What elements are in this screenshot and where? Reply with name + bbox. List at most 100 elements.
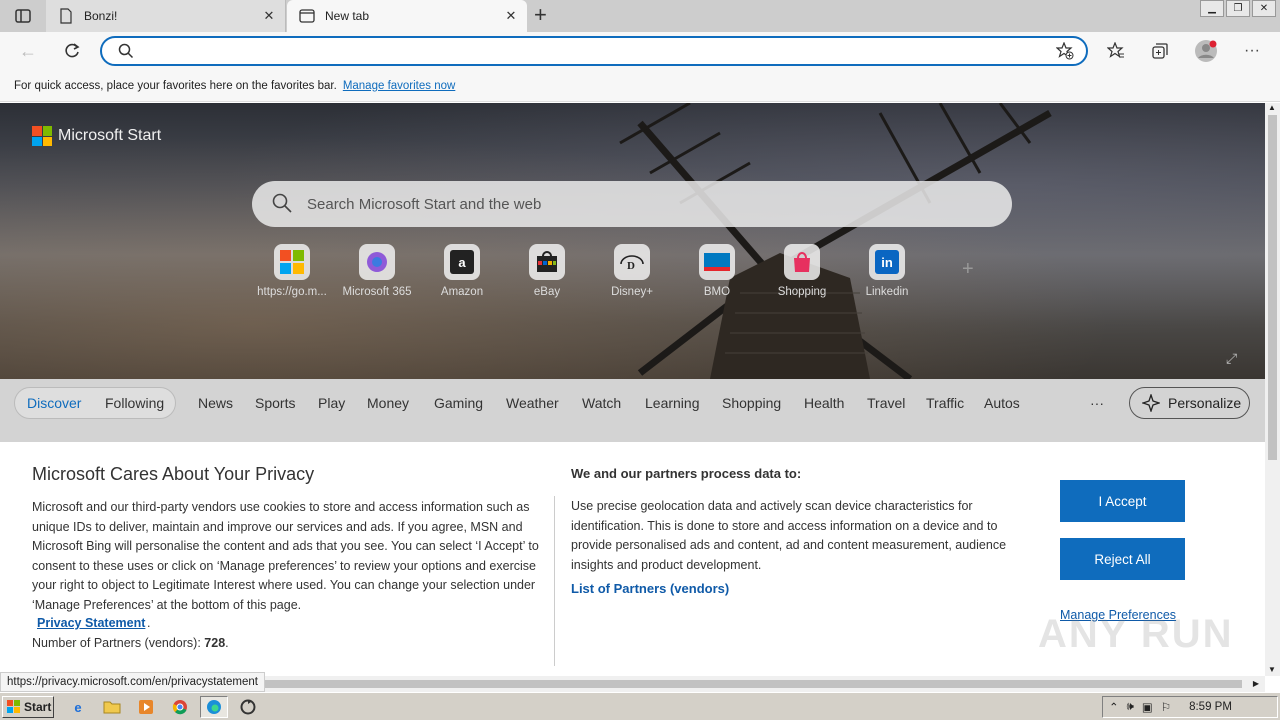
tray-arrow-icon[interactable]: ⌃ (1109, 700, 1119, 714)
tab-watch[interactable]: Watch (582, 395, 621, 411)
hero-background: Microsoft Start Search Microsoft Start a… (0, 103, 1265, 379)
tab-new-tab[interactable]: New tab ✕ (287, 0, 527, 32)
flag-icon[interactable]: ⚐ (1161, 700, 1171, 714)
web-search-box[interactable]: Search Microsoft Start and the web (252, 181, 1012, 227)
quicklink-shopping[interactable]: Shopping (760, 244, 844, 298)
personalize-button[interactable]: Personalize (1129, 387, 1250, 419)
tab-gaming[interactable]: Gaming (434, 395, 483, 411)
tab-weather[interactable]: Weather (506, 395, 559, 411)
start-button[interactable]: Start (2, 696, 54, 718)
reject-all-button[interactable]: Reject All (1060, 538, 1185, 580)
tab-play[interactable]: Play (318, 395, 345, 411)
quicklink-microsoft-365[interactable]: Microsoft 365 (335, 244, 419, 298)
expand-icon[interactable]: ⤢ (1226, 350, 1237, 367)
quicklink-label: Linkedin (865, 286, 909, 298)
vendors-link[interactable]: List of Partners (vendors) (571, 581, 729, 596)
tab-title: Bonzi! (84, 9, 118, 23)
tab-travel[interactable]: Travel (867, 395, 905, 411)
quicklink-label: eBay (533, 286, 561, 298)
chrome-icon[interactable] (166, 696, 194, 718)
tab-money[interactable]: Money (367, 395, 409, 411)
vertical-scrollbar[interactable]: ▲ ▼ (1265, 103, 1280, 676)
microsoft-start-logo[interactable]: Microsoft Start (32, 126, 161, 146)
tab-learning[interactable]: Learning (645, 395, 700, 411)
add-site-icon[interactable]: + (962, 258, 974, 281)
folder-icon[interactable] (98, 696, 126, 718)
restore-button[interactable]: ❐ (1226, 0, 1250, 17)
volume-icon[interactable]: 🕪 (1127, 701, 1134, 714)
window-controls: ▁ ❐ ✕ (1198, 0, 1276, 18)
tab-health[interactable]: Health (804, 395, 844, 411)
scrollbar-thumb[interactable] (1268, 115, 1277, 460)
disney-plus-icon: D (614, 244, 650, 280)
partners-count-text: Number of Partners (vendors): 728. (32, 636, 229, 650)
ie-icon[interactable]: e (64, 696, 92, 718)
edge-icon[interactable] (200, 696, 228, 718)
tab-shopping[interactable]: Shopping (722, 395, 781, 411)
quicklink-go[interactable]: https://go.m... (250, 244, 334, 298)
minimize-button[interactable]: ▁ (1200, 0, 1224, 17)
newtab-icon (299, 8, 315, 24)
privacy-statement-link[interactable]: Privacy Statement (37, 616, 145, 630)
profile-avatar[interactable] (1191, 36, 1221, 66)
quicklink-linkedin[interactable]: in Linkedin (845, 244, 929, 298)
scroll-right-icon[interactable]: ▶ (1253, 679, 1259, 688)
more-categories-icon[interactable]: ··· (1090, 395, 1104, 411)
microsoft-365-icon (359, 244, 395, 280)
start-label: Start (24, 700, 52, 714)
add-favorite-icon[interactable] (1055, 41, 1074, 63)
scroll-down-icon[interactable]: ▼ (1268, 665, 1276, 674)
ebay-bag-icon (529, 244, 565, 280)
system-tray: ⌃ 🕪 ▣ ⚐ 8:59 PM (1102, 696, 1278, 718)
tab-sports[interactable]: Sports (255, 395, 295, 411)
tab-bonzi[interactable]: Bonzi! ✕ (46, 0, 286, 32)
windows-flag-icon (7, 700, 21, 714)
tab-traffic[interactable]: Traffic (926, 395, 964, 411)
address-input[interactable] (138, 42, 1038, 62)
quicklink-ebay[interactable]: eBay (505, 244, 589, 298)
refresh-icon[interactable] (57, 36, 87, 66)
privacy-statement-period: . (147, 616, 151, 630)
tab-actions-icon[interactable] (14, 8, 32, 24)
address-bar[interactable] (100, 36, 1088, 66)
clock[interactable]: 8:59 PM (1189, 701, 1232, 713)
anyrun-watermark: ANY RUN (1038, 612, 1234, 656)
quicklink-label: Shopping (777, 286, 827, 298)
quicklink-disney[interactable]: D Disney+ (590, 244, 674, 298)
partners-period: . (225, 636, 229, 650)
collections-icon[interactable] (1145, 36, 1175, 66)
partners-count: 728 (204, 636, 226, 650)
favorites-bar: For quick access, place your favorites h… (0, 70, 1280, 102)
quicklink-label: Disney+ (611, 286, 653, 298)
media-player-icon[interactable] (132, 696, 160, 718)
search-icon (272, 193, 292, 213)
status-bar-url: https://privacy.microsoft.com/en/privacy… (0, 672, 265, 692)
quicklink-amazon[interactable]: a Amazon (420, 244, 504, 298)
scroll-up-icon[interactable]: ▲ (1268, 103, 1276, 112)
manage-favorites-link[interactable]: Manage favorites now (343, 80, 456, 92)
app-icon[interactable] (234, 696, 262, 718)
favorites-icon[interactable] (1101, 36, 1131, 66)
microsoft-logo-icon (32, 126, 52, 146)
new-tab-button[interactable]: + (534, 2, 547, 28)
close-window-button[interactable]: ✕ (1252, 0, 1276, 17)
tab-following[interactable]: Following (105, 395, 164, 411)
more-options-icon[interactable]: ··· (1237, 36, 1267, 66)
amazon-icon: a (444, 244, 480, 280)
quicklink-label: Amazon (440, 286, 484, 298)
quicklink-bmo[interactable]: BMO (675, 244, 759, 298)
tab-discover[interactable]: Discover (27, 395, 81, 411)
close-tab-icon[interactable]: ✕ (261, 8, 277, 24)
tab-news[interactable]: News (198, 395, 233, 411)
divider (554, 496, 555, 666)
close-tab-icon[interactable]: ✕ (503, 8, 519, 24)
accept-button[interactable]: I Accept (1060, 480, 1185, 522)
windows-tile-icon (274, 244, 310, 280)
back-icon[interactable]: ← (13, 36, 43, 66)
windmill-image (619, 103, 1052, 379)
network-icon[interactable]: ▣ (1142, 700, 1153, 714)
tab-title: New tab (325, 9, 370, 23)
tab-autos[interactable]: Autos (984, 395, 1020, 411)
privacy-title: Microsoft Cares About Your Privacy (32, 464, 315, 484)
privacy-body: Microsoft and our third-party vendors us… (32, 500, 539, 612)
